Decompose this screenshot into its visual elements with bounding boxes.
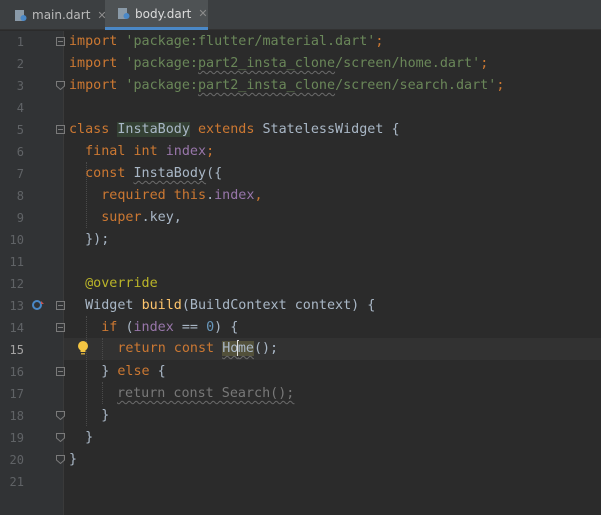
line-number: 7 <box>16 167 24 181</box>
close-icon[interactable]: ✕ <box>198 7 207 20</box>
current-line-number: 15 <box>9 343 24 357</box>
line-number: 20 <box>9 453 24 467</box>
code-line-3: import 'package:part2_insta_clone/screen… <box>69 78 505 93</box>
tab-label: main.dart <box>32 8 91 22</box>
code-line-17: return const Search(); <box>117 386 295 401</box>
override-method-icon[interactable] <box>31 298 45 312</box>
code-line-1: import 'package:flutter/material.dart'; <box>69 34 384 49</box>
code-line-7: const InstaBody({ <box>69 166 223 181</box>
line-number: 6 <box>16 145 24 159</box>
line-number: 14 <box>9 321 24 335</box>
tab-body-dart[interactable]: body.dart ✕ <box>105 0 208 30</box>
line-number: 18 <box>9 409 24 423</box>
line-number: 3 <box>16 79 24 93</box>
code-line-2: import 'package:part2_insta_clone/screen… <box>69 56 489 71</box>
line-number: 5 <box>16 123 24 137</box>
lightbulb-icon[interactable] <box>77 340 89 356</box>
line-number: 19 <box>9 431 24 445</box>
code-line-10: }); <box>69 232 110 247</box>
line-number: 2 <box>16 57 24 71</box>
editor-tab-bar: main.dart ✕ body.dart ✕ <box>0 0 601 30</box>
line-number: 8 <box>16 189 24 203</box>
code-line-19: } <box>69 430 94 445</box>
tab-main-dart[interactable]: main.dart ✕ <box>0 0 107 30</box>
code-line-14: if (index == 0) { <box>69 320 239 335</box>
line-number: 10 <box>9 233 24 247</box>
code-line-5: class InstaBody extends StatelessWidget … <box>69 122 400 137</box>
line-number: 21 <box>9 475 24 489</box>
line-number: 17 <box>9 387 24 401</box>
line-number: 1 <box>16 35 24 49</box>
code-line-9: super.key, <box>69 210 182 225</box>
line-number: 12 <box>9 277 24 291</box>
line-number: 11 <box>9 255 24 269</box>
code-line-6: final int index; <box>69 144 215 159</box>
code-line-20: } <box>69 452 78 467</box>
dart-file-icon <box>14 9 27 22</box>
dart-file-icon <box>117 7 130 20</box>
code-line-18: } <box>69 408 110 423</box>
line-number: 4 <box>16 101 24 115</box>
line-number: 13 <box>9 299 24 313</box>
code-line-12: @override <box>69 276 158 291</box>
line-number: 9 <box>16 211 24 225</box>
tab-label: body.dart <box>135 6 192 21</box>
code-line-16: } else { <box>69 364 166 379</box>
code-line-15: return const Home(); <box>69 340 279 356</box>
line-number: 16 <box>9 365 24 379</box>
code-line-8: required this.index, <box>69 188 263 203</box>
code-line-13: Widget build(BuildContext context) { <box>69 298 376 313</box>
